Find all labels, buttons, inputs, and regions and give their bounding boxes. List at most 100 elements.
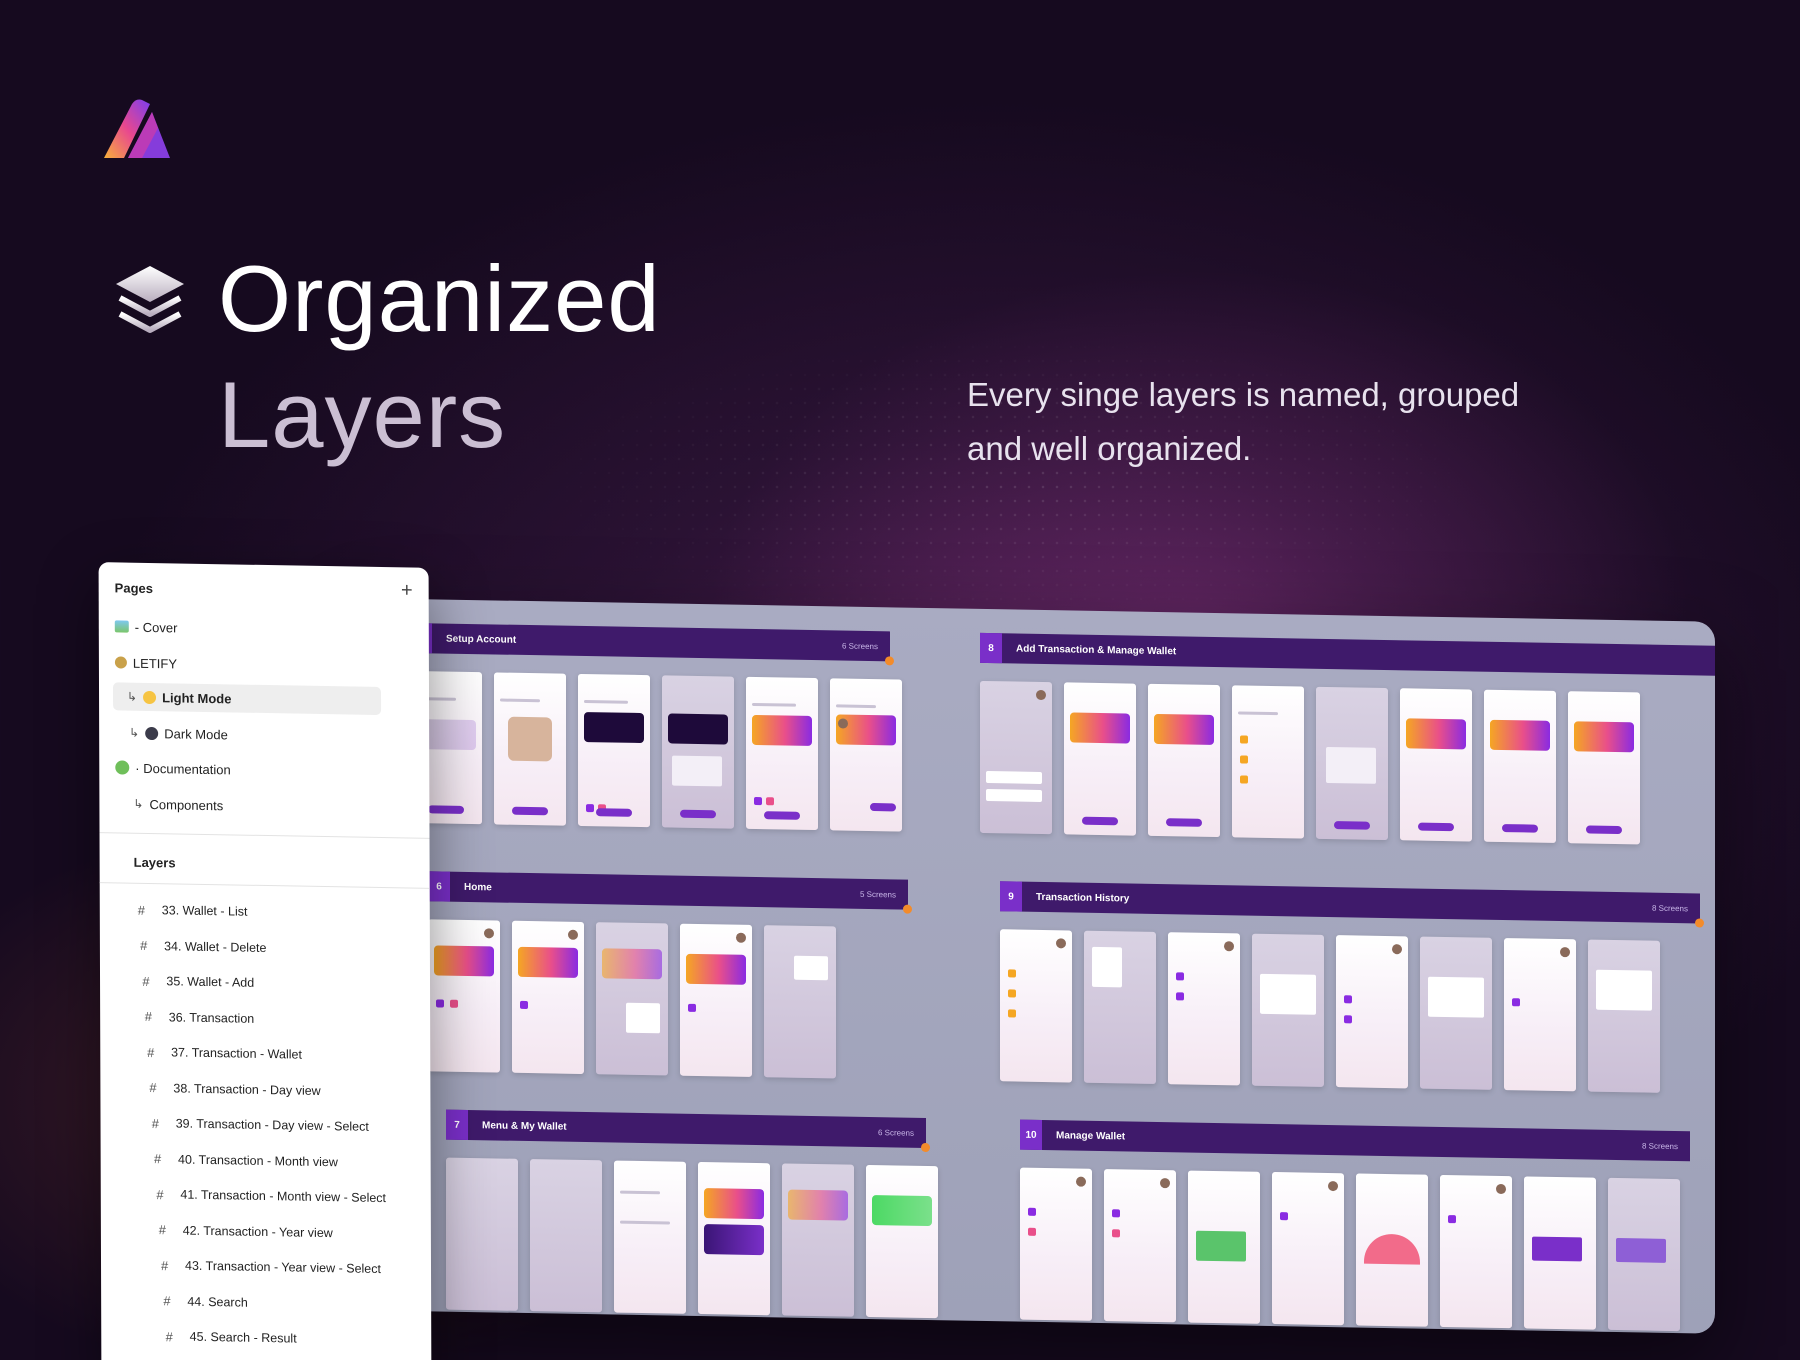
page-item-light-mode[interactable]: ↳ Light Mode (112, 682, 382, 716)
screen-thumbnail[interactable] (1252, 933, 1324, 1087)
screen-thumbnail[interactable] (980, 680, 1052, 835)
section-dot (885, 656, 894, 666)
layer-row[interactable]: #40. Transaction - Month view (154, 1147, 338, 1174)
screen-thumbnail[interactable] (1484, 689, 1556, 843)
page-item-documentation[interactable]: · Documentation (115, 753, 231, 783)
frame-icon: # (144, 1008, 153, 1025)
screen-thumbnail[interactable] (1232, 685, 1304, 839)
screen-thumbnail[interactable] (830, 678, 902, 832)
screen-thumbnail[interactable] (530, 1159, 602, 1313)
moon-icon (145, 726, 159, 740)
layer-row[interactable]: #36. Transaction (145, 1004, 255, 1030)
layers-icon (116, 266, 184, 333)
screen-thumbnail[interactable] (1568, 691, 1640, 845)
page-item-label: Dark Mode (164, 725, 228, 742)
screen-thumbnail[interactable] (698, 1161, 770, 1316)
layer-row[interactable]: #34. Wallet - Delete (140, 933, 266, 959)
divider (99, 882, 430, 889)
page-item-dark-mode[interactable]: ↳ Dark Mode (129, 719, 228, 749)
screen-thumbnail[interactable] (1168, 932, 1240, 1086)
screen-thumbnail[interactable] (1084, 930, 1156, 1084)
image-icon (114, 620, 129, 633)
screen-thumbnail[interactable] (1336, 935, 1408, 1089)
screen-thumbnail[interactable] (764, 925, 836, 1079)
page-item-letify[interactable]: LETIFY (114, 648, 178, 677)
screen-thumbnail[interactable] (1148, 683, 1220, 838)
layer-row[interactable]: #41. Transaction - Month view - Select (156, 1182, 386, 1210)
screen-thumbnail[interactable] (1524, 1176, 1596, 1330)
add-page-icon[interactable]: + (401, 579, 413, 602)
screen-thumbnail[interactable] (428, 919, 500, 1073)
section-number: 8 (980, 632, 1002, 664)
screen-thumbnail[interactable] (1316, 686, 1388, 841)
screen-thumbnail[interactable] (1420, 936, 1492, 1090)
layer-row[interactable]: #44. Search (163, 1289, 248, 1314)
screen-row (980, 680, 1640, 845)
layer-row[interactable]: #37. Transaction - Wallet (147, 1040, 302, 1067)
nested-arrow-icon: ↳ (129, 725, 140, 740)
screen-thumbnail[interactable] (1504, 938, 1576, 1092)
screen-thumbnail[interactable] (662, 675, 734, 829)
screen-thumbnail[interactable] (494, 672, 566, 826)
layer-row[interactable]: #45. Search - Result (166, 1324, 297, 1350)
screen-thumbnail[interactable] (1064, 682, 1136, 836)
frame-icon: # (140, 937, 148, 953)
screen-thumbnail[interactable] (866, 1164, 938, 1319)
screen-thumbnail[interactable] (680, 923, 752, 1077)
section-header: 7 Menu & My Wallet 6 Screens (446, 1109, 930, 1153)
layer-label: 39. Transaction - Day view - Select (175, 1116, 369, 1134)
screen-thumbnail[interactable] (614, 1160, 686, 1314)
layer-label: 41. Transaction - Month view - Select (180, 1187, 387, 1206)
screen-thumbnail[interactable] (782, 1163, 854, 1317)
page-item-components[interactable]: ↳ Components (133, 790, 223, 820)
section-header: 8 Add Transaction & Manage Wallet (980, 632, 1715, 676)
page-item-label: Components (149, 796, 224, 813)
screen-thumbnail[interactable] (578, 673, 650, 828)
layer-row[interactable]: #43. Transaction - Year view - Select (161, 1253, 381, 1281)
screen-thumbnail[interactable] (1188, 1170, 1260, 1324)
section-title: Home (464, 881, 492, 893)
divider (99, 832, 430, 839)
frame-icon: # (156, 1186, 164, 1202)
section-dot (921, 1142, 930, 1153)
section-header: 10 Manage Wallet 8 Screens (1020, 1119, 1690, 1162)
screen-thumbnail[interactable] (746, 676, 818, 831)
section-count: 6 Screens (877, 1127, 914, 1138)
layer-label: 36. Transaction (168, 1009, 255, 1026)
frame-icon: # (165, 1328, 173, 1344)
screen-thumbnail[interactable] (1608, 1177, 1680, 1332)
nested-arrow-icon: ↳ (133, 796, 144, 811)
page-item-cover[interactable]: - Cover (114, 612, 178, 641)
layer-row[interactable]: #39. Transaction - Day view - Select (152, 1111, 369, 1139)
section-number: 7 (446, 1109, 468, 1140)
frame-icon: # (160, 1257, 169, 1273)
screen-thumbnail[interactable] (1356, 1173, 1428, 1327)
section-title: Add Transaction & Manage Wallet (1016, 643, 1177, 657)
layer-row[interactable]: #38. Transaction - Day view (149, 1075, 320, 1102)
layers-panel: Pages + - Cover LETIFY ↳ Light Mode ↳ Da… (98, 562, 432, 1360)
screen-thumbnail[interactable] (1020, 1167, 1092, 1321)
pages-heading: Pages (114, 580, 153, 597)
screen-thumbnail[interactable] (1000, 929, 1072, 1083)
layer-row[interactable]: #33. Wallet - List (138, 898, 248, 924)
page-item-label: LETIFY (132, 655, 178, 671)
section-header: 9 Transaction History 8 Screens (1000, 881, 1704, 928)
page-item-label: · Documentation (135, 760, 231, 777)
screen-thumbnail[interactable] (1104, 1169, 1176, 1323)
page-item-label: Light Mode (162, 689, 232, 706)
screen-thumbnail[interactable] (1400, 688, 1472, 842)
section-count: 5 Screens (859, 889, 896, 899)
screen-thumbnail[interactable] (1588, 939, 1660, 1093)
layer-row[interactable]: #35. Wallet - Add (142, 969, 254, 995)
section-title: Transaction History (1036, 891, 1130, 905)
screen-thumbnail[interactable] (512, 920, 584, 1074)
layer-row[interactable]: #42. Transaction - Year view (159, 1218, 333, 1245)
frame-icon: # (163, 1293, 171, 1309)
screen-thumbnail[interactable] (596, 922, 668, 1076)
hero-title-line2: Layers (218, 362, 507, 467)
section-dot (1695, 918, 1704, 928)
screen-thumbnail[interactable] (446, 1157, 518, 1311)
canvas-board: 5 Setup Account 6 Screens 8 Add Transact… (370, 598, 1715, 1334)
screen-thumbnail[interactable] (1440, 1174, 1512, 1329)
screen-thumbnail[interactable] (1272, 1172, 1344, 1326)
